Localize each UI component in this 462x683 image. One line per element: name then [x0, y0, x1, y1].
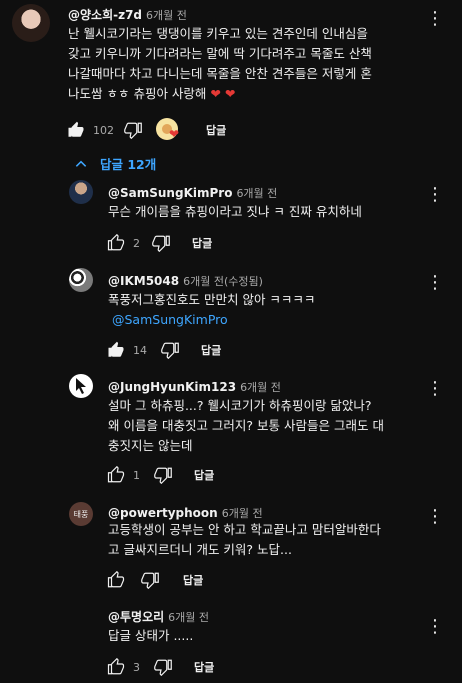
comment-header: @양소희-z7d 6개월 전: [68, 4, 187, 23]
comment-line: 나갈때마다 차고 다니는데 목줄을 안찬 견주들은 저렇게 혼: [68, 66, 372, 81]
thumbs-up-icon[interactable]: [107, 571, 125, 589]
thumbs-down-icon[interactable]: [154, 466, 172, 484]
thumbs-up-icon[interactable]: [107, 341, 125, 359]
reply-actions: 2 답글: [107, 234, 212, 252]
author-name[interactable]: @JungHyunKim123: [108, 380, 236, 394]
like-count: 1: [133, 468, 140, 482]
thumbs-up-icon[interactable]: [107, 234, 125, 252]
reply-header: @투명오리 6개월 전: [108, 606, 209, 625]
comment-time[interactable]: 6개월 전: [236, 187, 277, 200]
reply-text: 설마 그 하츄핑...? 웰시코기가 하츄핑이랑 닮았나? 왜 이름을 대충짓고…: [108, 396, 384, 456]
avatar[interactable]: [69, 180, 93, 204]
comment-line: 폭풍저그홍진호도 만만치 않아 ㅋㅋㅋㅋ: [108, 292, 316, 307]
cursor-icon: [76, 378, 86, 394]
reply-header: @powertyphoon 6개월 전: [108, 502, 263, 521]
hearts-emoji: ❤ ❤: [210, 86, 236, 101]
thumbs-down-icon[interactable]: [152, 234, 170, 252]
author-name[interactable]: @SamSungKimPro: [108, 186, 232, 200]
reply-actions: 답글: [107, 571, 203, 589]
replies-count-label: 답글 12개: [100, 157, 157, 172]
reply-actions: 1 답글: [107, 466, 214, 484]
comment-text: 난 웰시코기라는 댕댕이를 키우고 있는 견주인데 인내심을 갖고 키우니까 기…: [68, 24, 372, 104]
author-name[interactable]: @투명오리: [108, 610, 164, 624]
comment-line: 무슨 개이름을 츄핑이라고 짓냐 ㅋ 진짜 유치하네: [108, 204, 362, 219]
thumbs-down-icon[interactable]: [154, 658, 172, 676]
avatar[interactable]: [69, 374, 93, 398]
reply-text: 고등학생이 공부는 안 하고 학교끝나고 맘터알바한다 고 글싸지르더니 개도 …: [108, 520, 381, 560]
comment-time[interactable]: 6개월 전: [146, 9, 187, 22]
thumbs-up-icon[interactable]: [107, 466, 125, 484]
avatar-initials: 태풍: [73, 509, 89, 519]
author-name[interactable]: @IKM5048: [108, 274, 179, 288]
reply-button[interactable]: 답글: [194, 467, 214, 483]
thumbs-down-icon[interactable]: [141, 571, 159, 589]
author-name[interactable]: @양소희-z7d: [68, 8, 142, 22]
chevron-up-icon: [74, 157, 88, 171]
comment-time[interactable]: 6개월 전(수정됨): [183, 275, 263, 288]
avatar[interactable]: [12, 4, 50, 42]
comment-time[interactable]: 6개월 전: [222, 507, 263, 520]
mention-link[interactable]: @SamSungKimPro: [112, 310, 315, 330]
comment-actions: 102 ❤ 답글: [67, 118, 226, 142]
like-count: 102: [93, 123, 114, 137]
comment-line: 왜 이름을 대충짓고 그러지? 보통 사람들은 그래도 대: [108, 418, 384, 433]
author-name[interactable]: @powertyphoon: [108, 506, 218, 520]
reply-text: 폭풍저그홍진호도 만만치 않아 ㅋㅋㅋㅋ @SamSungKimPro: [108, 290, 315, 330]
comment-line: 충짓지는 않는데: [108, 438, 193, 453]
thumbs-up-icon[interactable]: [67, 121, 85, 139]
comment-time[interactable]: 6개월 전: [240, 381, 281, 394]
reply-actions: 3 답글: [107, 658, 214, 676]
reply-button[interactable]: 답글: [192, 235, 212, 251]
comment-line: 고등학생이 공부는 안 하고 학교끝나고 맘터알바한다: [108, 522, 381, 537]
reply-button[interactable]: 답글: [206, 122, 226, 138]
creator-heart-icon: ❤: [156, 118, 180, 142]
reply-actions: 14 답글: [107, 341, 221, 359]
reply-text: 답글 상태가 .....: [108, 626, 193, 646]
more-vert-icon[interactable]: ⋮: [426, 618, 444, 636]
reply-text: 무슨 개이름을 츄핑이라고 짓냐 ㅋ 진짜 유치하네: [108, 202, 362, 222]
like-count: 2: [133, 236, 140, 250]
like-count: 14: [133, 343, 147, 357]
reply-header: @JungHyunKim123 6개월 전: [108, 376, 281, 395]
avatar[interactable]: 태풍: [69, 502, 93, 526]
comment-time[interactable]: 6개월 전: [168, 611, 209, 624]
reply-header: @SamSungKimPro 6개월 전: [108, 182, 277, 201]
thumbs-up-icon[interactable]: [107, 658, 125, 676]
comment-line: 갖고 키우니까 기다려라는 말에 딱 기다려주고 목줄도 산책: [68, 46, 372, 61]
more-vert-icon[interactable]: ⋮: [426, 380, 444, 398]
like-count: 3: [133, 660, 140, 674]
more-vert-icon[interactable]: ⋮: [426, 186, 444, 204]
more-vert-icon[interactable]: ⋮: [426, 274, 444, 292]
comment-line: 고 글싸지르더니 개도 키워? 노답...: [108, 542, 292, 557]
avatar[interactable]: [69, 268, 93, 292]
comment-line: 나도쌈 ㅎㅎ 츄핑아 사랑해: [68, 86, 207, 101]
thumbs-down-icon[interactable]: [161, 341, 179, 359]
replies-toggle-button[interactable]: 답글 12개: [74, 154, 156, 173]
thumbs-down-icon[interactable]: [124, 121, 142, 139]
comment-line: 난 웰시코기라는 댕댕이를 키우고 있는 견주인데 인내심을: [68, 26, 368, 41]
more-vert-icon[interactable]: ⋮: [426, 508, 444, 526]
comment-line: 답글 상태가 .....: [108, 628, 194, 643]
more-vert-icon[interactable]: ⋮: [426, 10, 444, 28]
reply-button[interactable]: 답글: [201, 342, 221, 358]
reply-button[interactable]: 답글: [183, 572, 203, 588]
comment-line: 설마 그 하츄핑...? 웰시코기가 하츄핑이랑 닮았나?: [108, 398, 372, 413]
reply-button[interactable]: 답글: [194, 659, 214, 675]
reply-header: @IKM5048 6개월 전(수정됨): [108, 270, 263, 289]
